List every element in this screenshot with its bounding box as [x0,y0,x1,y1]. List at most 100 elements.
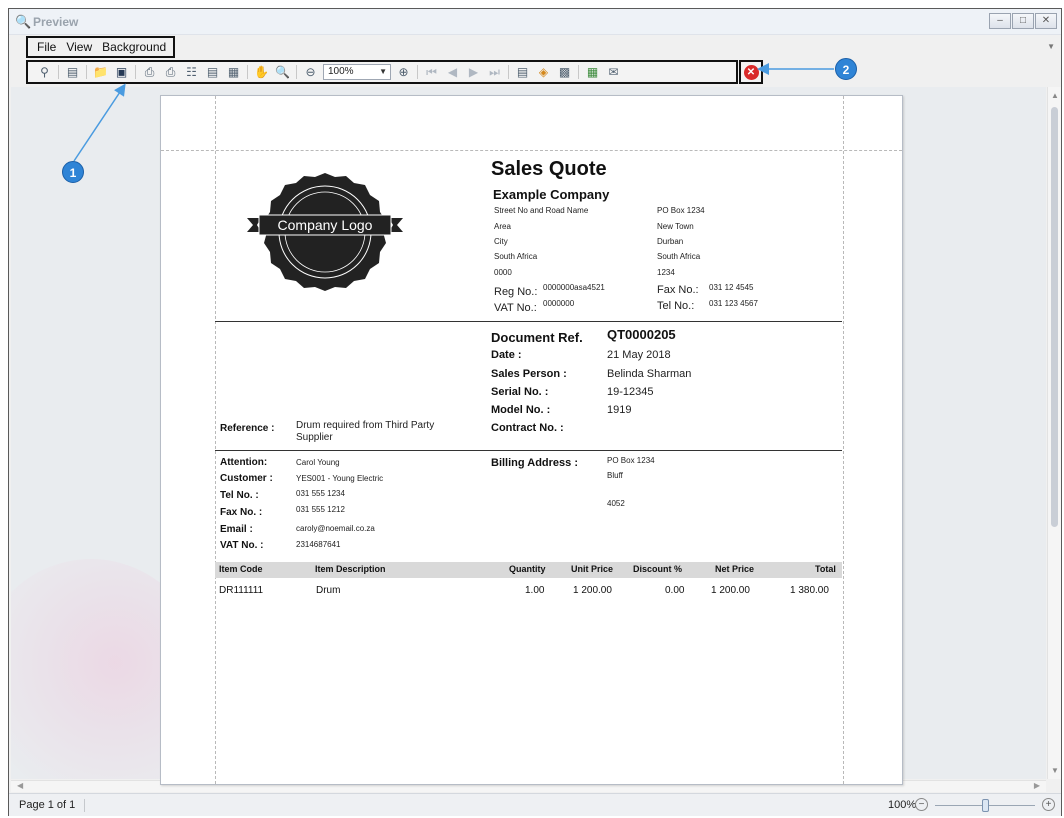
menu-highlight-box: File View Background [26,36,175,58]
document-page: Company Logo Sales Quote Example Company… [160,95,903,785]
sales-person-value: Belinda Sharman [607,368,692,380]
document-map-icon[interactable]: ▤ [64,64,81,81]
print-dialog-icon[interactable]: ⎙ [141,64,158,81]
fax-no-value: 031 12 4545 [709,283,754,292]
items-table-header: Item Code Item Description Quantity Unit… [215,562,842,578]
send-email-icon[interactable]: ✉ [605,64,622,81]
toolbar-separator [86,65,87,79]
zoom-slider-thumb[interactable] [982,799,989,812]
menu-view[interactable]: View [66,40,92,54]
tel-no-label: Tel No.: [657,300,695,312]
row-item-code: DR111111 [219,585,264,596]
fax-no-label: Fax No.: [657,284,699,296]
maximize-button[interactable]: □ [1012,13,1034,29]
menu-background[interactable]: Background [102,40,166,54]
close-preview-icon[interactable]: ✕ [743,64,759,80]
status-separator [84,799,85,812]
last-page-icon[interactable]: ⏭ [486,64,503,81]
previous-page-icon[interactable]: ◀ [444,64,461,81]
save-icon[interactable]: ▣ [113,64,130,81]
attention-value: Carol Young [296,458,340,467]
zoom-in-icon[interactable]: ⊕ [395,64,412,81]
margin-guide-top [161,150,902,151]
hand-tool-icon[interactable]: ✋ [253,64,270,81]
billing-address-label: Billing Address : [491,457,578,469]
toolbar-separator [58,65,59,79]
toolbar-separator [135,65,136,79]
customer-fax-value: 031 555 1212 [296,505,345,514]
model-no-value: 1919 [607,404,632,416]
customer-tel-label: Tel No. : [220,490,259,501]
reference-value: Supplier [296,432,333,443]
reg-no-value: 0000000asa4521 [543,283,605,292]
zoom-minus-icon[interactable]: − [915,798,928,811]
minimize-button[interactable]: – [989,13,1011,29]
page-indicator: Page 1 of 1 [19,799,76,811]
address-right-line: 1234 [657,268,675,277]
tel-no-value: 031 123 4567 [709,299,758,308]
menu-bar: File View Background ▼ [9,36,1061,58]
divider-line [215,321,842,322]
header-footer-icon[interactable]: ▤ [204,64,221,81]
doc-ref-label: Document Ref. [491,330,583,345]
model-no-label: Model No. : [491,404,551,416]
company-name: Example Company [493,187,610,202]
page-setup-icon[interactable]: ☷ [183,64,200,81]
reference-label: Reference : [220,423,275,434]
fill-color-icon[interactable]: ◈ [535,64,552,81]
date-value: 21 May 2018 [607,349,671,361]
contract-no-label: Contract No. : [491,422,564,434]
col-quantity: Quantity [509,564,546,574]
find-icon[interactable]: ⚲ [36,64,53,81]
scroll-up-icon[interactable]: ▲ [1051,91,1059,100]
next-page-icon[interactable]: ▶ [465,64,482,81]
scroll-down-icon[interactable]: ▼ [1051,766,1059,775]
scale-icon[interactable]: ▦ [225,64,242,81]
divider-line [215,450,842,451]
address-right-line: Durban [657,237,684,246]
row-unit-price: 1 200.00 [573,585,612,596]
title-bar: 🔍 Preview – □ ✕ [9,9,1061,35]
close-window-button[interactable]: ✕ [1035,13,1057,29]
zoom-combo[interactable]: 100% ▼ [323,64,391,80]
first-page-icon[interactable]: ⏮ [423,64,440,81]
billing-address-line: Bluff [607,471,623,480]
magnifier-icon[interactable]: 🔍 [274,64,291,81]
col-unit-price: Unit Price [571,564,614,574]
row-quantity: 1.00 [525,585,545,596]
toolbar-separator [578,65,579,79]
billing-address-line: PO Box 1234 [607,456,655,465]
scroll-left-icon[interactable]: ◀ [17,781,23,790]
sales-person-label: Sales Person : [491,368,567,380]
close-preview-highlight-box: ✕ [739,60,763,84]
menubar-caret-icon: ▼ [1047,42,1055,51]
zoom-out-icon[interactable]: ⊖ [302,64,319,81]
zoom-plus-icon[interactable]: + [1042,798,1055,811]
preview-app-icon: 🔍 [15,14,32,29]
watermark-icon[interactable]: ▩ [556,64,573,81]
doc-ref-value: QT0000205 [607,327,676,342]
multiple-pages-icon[interactable]: ▤ [514,64,531,81]
vertical-scrollbar[interactable]: ▲ ▼ [1047,87,1061,779]
menu-file[interactable]: File [37,40,56,54]
export-icon[interactable]: ▦ [584,64,601,81]
vertical-scroll-thumb[interactable] [1051,107,1058,527]
callout-badge-2: 2 [835,58,857,80]
toolbar-separator [417,65,418,79]
scroll-right-icon[interactable]: ▶ [1034,781,1040,790]
col-discount: Discount % [633,564,683,574]
customer-label: Customer : [220,473,273,484]
toolbar-separator [247,65,248,79]
serial-no-value: 19-12345 [607,386,654,398]
attention-label: Attention: [220,457,268,468]
quick-print-icon[interactable]: ⎙ [162,64,179,81]
toolbar-separator [508,65,509,79]
vat-no-label: VAT No.: [494,302,537,314]
serial-no-label: Serial No. : [491,386,549,398]
customer-fax-label: Fax No. : [220,507,263,518]
dropdown-arrow-icon: ▼ [379,67,387,76]
document-title: Sales Quote [491,158,607,180]
col-total: Total [815,564,836,574]
col-item-code: Item Code [219,564,263,574]
open-folder-icon[interactable]: 📁 [92,64,109,81]
